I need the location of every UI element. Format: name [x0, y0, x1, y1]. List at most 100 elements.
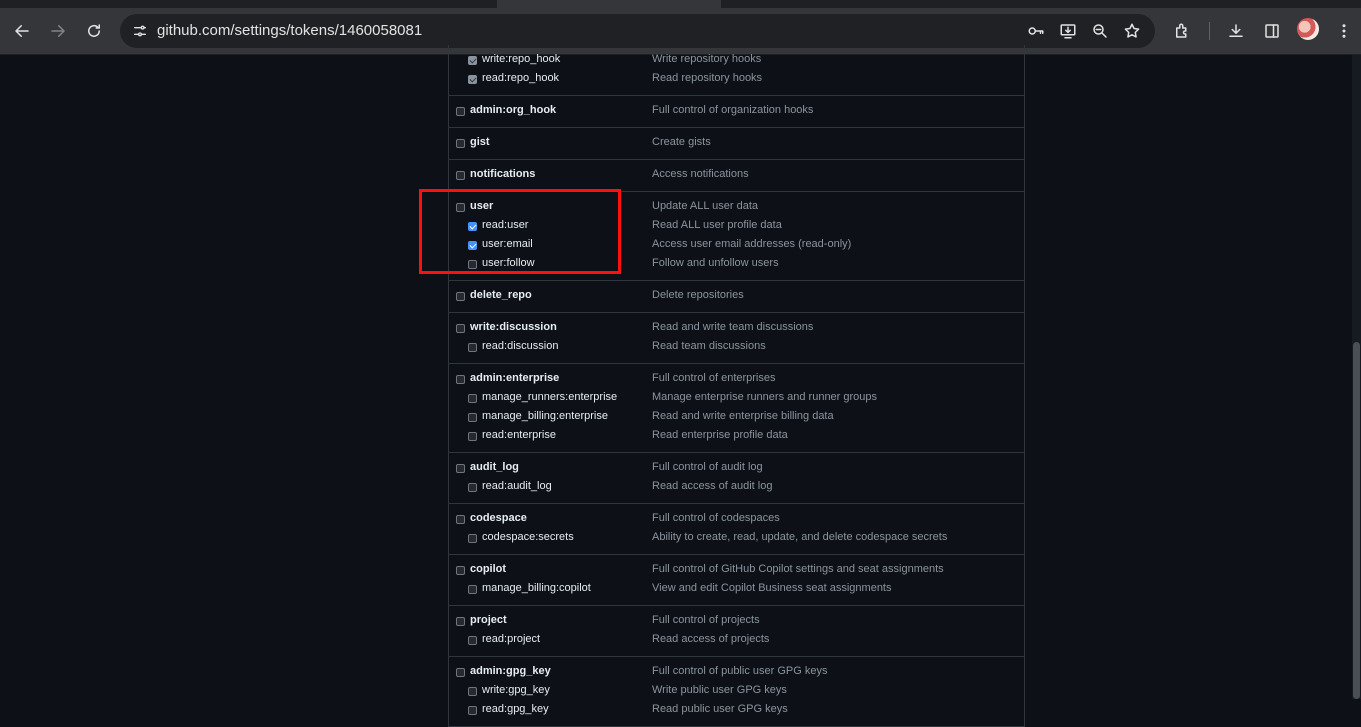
scope-name[interactable]: project [470, 614, 507, 626]
key-icon[interactable] [1022, 17, 1050, 45]
scope-description: Read enterprise profile data [652, 429, 788, 441]
scope-name[interactable]: codespace [470, 512, 527, 524]
scope-checkbox[interactable] [468, 636, 477, 645]
scope-name[interactable]: delete_repo [470, 289, 532, 301]
scope-row-notifications[interactable]: notifications Access notifications [449, 166, 1024, 185]
scope-checkbox[interactable] [468, 413, 477, 422]
vertical-scrollbar[interactable] [1352, 55, 1361, 699]
scope-row-read-enterprise[interactable]: read:enterprise Read enterprise profile d… [449, 427, 1024, 446]
scope-checkbox[interactable] [468, 483, 477, 492]
scope-checkbox[interactable] [468, 56, 477, 65]
scope-checkbox[interactable] [468, 432, 477, 441]
scope-row-admin-org-hook[interactable]: admin:org_hook Full control of organizati… [449, 102, 1024, 121]
scope-name[interactable]: write:discussion [470, 321, 557, 333]
scope-row-read-gpg-key[interactable]: read:gpg_key Read public user GPG keys [449, 701, 1024, 720]
scope-checkbox[interactable] [468, 534, 477, 543]
scope-row-codespace[interactable]: codespace Full control of codespaces [449, 510, 1024, 529]
scope-name[interactable]: notifications [470, 168, 535, 180]
bookmark-star-icon[interactable] [1118, 17, 1146, 45]
extensions-icon[interactable] [1168, 17, 1196, 45]
zoom-icon[interactable] [1086, 17, 1114, 45]
scope-checkbox[interactable] [468, 75, 477, 84]
back-arrow-icon[interactable] [8, 17, 36, 45]
scope-group: admin:gpg_key Full control of public user… [449, 657, 1024, 727]
scope-name[interactable]: manage_billing:enterprise [482, 410, 608, 422]
scope-description: Read repository hooks [652, 72, 763, 84]
scope-row-read-discussion[interactable]: read:discussion Read team discussions [449, 338, 1024, 357]
scope-row-audit-log[interactable]: audit_log Full control of audit log [449, 459, 1024, 478]
scope-row-admin-enterprise[interactable]: admin:enterprise Full control of enterpri… [449, 370, 1024, 389]
highlight-box [419, 189, 621, 274]
scope-description: View and edit Copilot Business seat assi… [652, 582, 892, 594]
scope-name[interactable]: admin:gpg_key [470, 665, 551, 677]
scope-group: notifications Access notifications [449, 160, 1024, 192]
tab-strip [0, 0, 1361, 8]
scope-row-write-discussion[interactable]: write:discussion Read and write team disc… [449, 319, 1024, 338]
download-icon[interactable] [1222, 17, 1250, 45]
scope-row-write-gpg-key[interactable]: write:gpg_key Write public user GPG keys [449, 682, 1024, 701]
scope-row-copilot[interactable]: copilot Full control of GitHub Copilot se… [449, 561, 1024, 580]
scope-description: Read access of audit log [652, 480, 773, 492]
site-settings-icon[interactable] [126, 17, 154, 45]
scope-checkbox[interactable] [456, 292, 465, 301]
scope-description: Full control of enterprises [652, 372, 776, 384]
address-bar[interactable]: github.com/settings/tokens/1460058081 [120, 14, 1155, 48]
scope-name[interactable]: write:gpg_key [482, 684, 550, 696]
scope-name[interactable]: admin:enterprise [470, 372, 559, 384]
scope-description: Read and write team discussions [652, 321, 814, 333]
scope-checkbox[interactable] [456, 107, 465, 116]
scope-checkbox[interactable] [468, 343, 477, 352]
scope-name[interactable]: read:enterprise [482, 429, 556, 441]
scope-name[interactable]: read:gpg_key [482, 703, 549, 715]
scope-row-project[interactable]: project Full control of projects [449, 612, 1024, 631]
scope-name[interactable]: read:audit_log [482, 480, 552, 492]
scope-name[interactable]: gist [470, 136, 490, 148]
scope-name[interactable]: read:repo_hook [482, 72, 559, 84]
scope-row-write-repo-hook[interactable]: write:repo_hook Write repository hooks [449, 51, 1024, 70]
reload-icon[interactable] [80, 17, 108, 45]
forward-arrow-icon[interactable] [44, 17, 72, 45]
scope-checkbox[interactable] [456, 515, 465, 524]
side-panel-icon[interactable] [1258, 17, 1286, 45]
scope-checkbox[interactable] [456, 171, 465, 180]
scope-name[interactable]: codespace:secrets [482, 531, 574, 543]
scope-row-read-audit-log[interactable]: read:audit_log Read access of audit log [449, 478, 1024, 497]
scope-row-read-repo-hook[interactable]: read:repo_hook Read repository hooks [449, 70, 1024, 89]
scope-checkbox[interactable] [456, 668, 465, 677]
scope-checkbox[interactable] [468, 394, 477, 403]
active-tab[interactable] [497, 0, 721, 8]
url-text[interactable]: github.com/settings/tokens/1460058081 [157, 22, 422, 39]
profile-avatar[interactable] [1297, 18, 1319, 40]
scope-row-manage-billing-copilot[interactable]: manage_billing:copilot View and edit Copi… [449, 580, 1024, 599]
scrollbar-thumb[interactable] [1353, 342, 1360, 699]
scope-row-manage-runners-enterprise[interactable]: manage_runners:enterprise Manage enterpri… [449, 389, 1024, 408]
scope-name[interactable]: admin:org_hook [470, 104, 556, 116]
scope-name[interactable]: audit_log [470, 461, 519, 473]
scope-checkbox[interactable] [456, 617, 465, 626]
scope-row-delete-repo[interactable]: delete_repo Delete repositories [449, 287, 1024, 306]
scope-checkbox[interactable] [456, 324, 465, 333]
scope-checkbox[interactable] [456, 139, 465, 148]
scope-description: Read ALL user profile data [652, 219, 782, 231]
scope-checkbox[interactable] [456, 566, 465, 575]
scope-name[interactable]: manage_runners:enterprise [482, 391, 617, 403]
scope-checkbox[interactable] [468, 706, 477, 715]
scope-checkbox[interactable] [456, 464, 465, 473]
scope-description: Delete repositories [652, 289, 744, 301]
scope-row-gist[interactable]: gist Create gists [449, 134, 1024, 153]
more-menu-icon[interactable] [1330, 17, 1358, 45]
scope-checkbox[interactable] [456, 375, 465, 384]
scope-row-codespace-secrets[interactable]: codespace:secrets Ability to create, read… [449, 529, 1024, 548]
scope-name[interactable]: read:discussion [482, 340, 558, 352]
scope-checkbox[interactable] [468, 687, 477, 696]
scope-name[interactable]: manage_billing:copilot [482, 582, 591, 594]
scope-name[interactable]: copilot [470, 563, 506, 575]
scope-checkbox[interactable] [468, 585, 477, 594]
scope-row-manage-billing-enterprise[interactable]: manage_billing:enterprise Read and write … [449, 408, 1024, 427]
scope-name[interactable]: write:repo_hook [482, 53, 560, 65]
scope-row-admin-gpg-key[interactable]: admin:gpg_key Full control of public user… [449, 663, 1024, 682]
scope-row-read-project[interactable]: read:project Read access of projects [449, 631, 1024, 650]
install-app-icon[interactable] [1054, 17, 1082, 45]
scope-description: Full control of codespaces [652, 512, 780, 524]
scope-name[interactable]: read:project [482, 633, 540, 645]
